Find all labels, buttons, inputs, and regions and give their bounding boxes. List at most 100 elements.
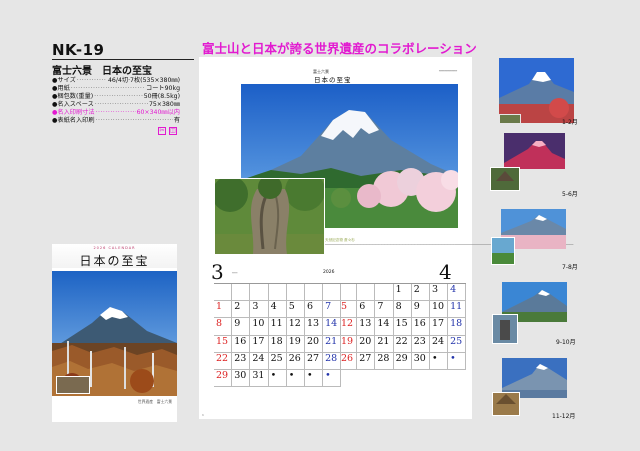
cover-photo bbox=[52, 271, 177, 396]
name-print-icon: ◫ bbox=[169, 127, 177, 135]
product-code: NK-19 bbox=[52, 41, 105, 59]
spec-row-highlight: ●名入印刷寸法·································… bbox=[52, 109, 180, 116]
calendar-day-cell: 26 bbox=[286, 352, 305, 370]
calendar-day-cell: 8 bbox=[214, 318, 233, 336]
spec-label: ●サイズ bbox=[52, 77, 76, 84]
spec-row: ●用紙·····································… bbox=[52, 85, 180, 92]
thumbnail-photo bbox=[490, 133, 565, 191]
calendar-day-cell: 4 bbox=[268, 301, 287, 319]
month-number-left: 3 bbox=[211, 260, 224, 284]
calendar-day-cell: 21 bbox=[375, 335, 394, 353]
calendar-day-cell: 24 bbox=[429, 335, 449, 353]
calendar-day-cell: 18 bbox=[268, 335, 287, 353]
calendar-page: 富士六景 日本の至宝 ━━━━━━━━━━ 天然記念物 蒼々杉 ━━━━━━━━… bbox=[199, 57, 574, 419]
spec-value: 75×380㎜ bbox=[148, 101, 180, 108]
calendar-day-cell bbox=[268, 284, 287, 302]
calendar-day-cell: 11 bbox=[448, 301, 467, 319]
calendar-day-cell: 17 bbox=[250, 335, 269, 353]
calendar-day-cell: 10 bbox=[429, 301, 449, 319]
april-grid: 1 2 3 4 5 6 7 8 9 10 11 12 13 14 15 16 17 18 19 20 21 22 23 24 2… bbox=[339, 283, 467, 370]
calendar-day-cell: 6 bbox=[304, 301, 324, 319]
thumbnail-photo bbox=[491, 209, 566, 265]
spec-label: ●表紙名入印刷 bbox=[52, 117, 95, 124]
page-mark: 6 bbox=[202, 413, 204, 417]
calendar-day-cell: 25 bbox=[268, 352, 287, 370]
calendar-day-cell: 3 bbox=[429, 284, 449, 302]
thumbnail-photo bbox=[492, 358, 567, 416]
calendar-day-cell: 13 bbox=[304, 318, 324, 336]
calendar-day-cell bbox=[357, 284, 376, 302]
spec-row: ●表紙名入印刷·································… bbox=[52, 117, 180, 124]
cover-caption: 世界遺産 富士六景 bbox=[137, 399, 172, 404]
calendar-day-cell bbox=[286, 284, 305, 302]
cover-header: 2026 CALENDAR 日本の至宝 bbox=[52, 244, 177, 268]
calendar-day-cell: 15 bbox=[393, 318, 412, 336]
option-icons: ✂ ◫ bbox=[158, 127, 177, 135]
calendar-day-cell: 28 bbox=[375, 352, 394, 370]
calendar-day-cell: 27 bbox=[304, 352, 324, 370]
calendar-day-cell: 31 bbox=[250, 369, 269, 388]
calendar-day-cell: 2 bbox=[232, 301, 251, 319]
scissors-icon: ✂ bbox=[158, 127, 166, 135]
calendar-day-cell: 5 bbox=[286, 301, 305, 319]
spec-value: 46/4切·7枚(535×380㎜) bbox=[108, 77, 180, 84]
header-divider bbox=[52, 59, 194, 60]
calendar-day-cell: 26 bbox=[339, 352, 358, 370]
calendar-day-cell: 14 bbox=[375, 318, 394, 336]
calendar-day-cell: 18 bbox=[448, 318, 467, 336]
calendar-day-cell: • bbox=[429, 352, 449, 370]
month-subtitle: ━━━ bbox=[232, 271, 238, 275]
calendar-day-cell bbox=[304, 284, 324, 302]
calendar-day-cell: 4 bbox=[448, 284, 467, 302]
thumbnail-label: 9-10月 bbox=[556, 339, 576, 346]
calendar-day-cell: 3 bbox=[250, 301, 269, 319]
calendar-day-cell: • bbox=[323, 369, 342, 388]
calendar-day-cell: 9 bbox=[232, 318, 251, 336]
calendar-day-cell: 20 bbox=[357, 335, 376, 353]
calendar-day-cell: 25 bbox=[448, 335, 467, 353]
calendar-day-cell: 17 bbox=[429, 318, 449, 336]
calendar-day-cell: 1 bbox=[393, 284, 412, 302]
month-number-right: 4 bbox=[439, 260, 452, 284]
spec-label: ●名入印刷寸法 bbox=[52, 109, 95, 116]
photo-description: ━━━━━━━━━━━━━━━━━━━━━━━━━━━━━━━━━━━━━━━━… bbox=[325, 243, 574, 246]
calendar-day-cell: 27 bbox=[357, 352, 376, 370]
calendar-day-cell: 22 bbox=[214, 352, 233, 370]
calendar-day-cell: • bbox=[448, 352, 467, 370]
spec-value: コート90kg bbox=[146, 85, 180, 92]
spec-label: ●名入スペース bbox=[52, 101, 94, 108]
calendar-day-cell: 2 bbox=[411, 284, 430, 302]
calendar-day-cell: 29 bbox=[214, 369, 233, 388]
spec-label: ●用紙 bbox=[52, 85, 70, 92]
headline: 富士山と日本が誇る世界遺産のコラボレーション bbox=[202, 41, 477, 56]
calendar-day-cell: 22 bbox=[393, 335, 412, 353]
cover-title: 日本の至宝 bbox=[79, 254, 150, 268]
product-title: 富士六景 日本の至宝 bbox=[52, 66, 152, 77]
cover-calendar: 2026 CALENDAR 日本の至宝 世界遺産 富士六景 bbox=[52, 244, 177, 422]
cover-year-label: 2026 CALENDAR bbox=[93, 246, 136, 250]
march-grid: 1 2 3 4 5 6 7 8 9 10 11 12 13 14 15 16 17 18 19 20 21 22 23 24 2… bbox=[214, 283, 342, 388]
thumbnail-label: 7-8月 bbox=[562, 264, 578, 271]
calendar-year: 2026 bbox=[323, 270, 335, 275]
calendar-day-cell: 16 bbox=[411, 318, 430, 336]
calendar-day-cell bbox=[214, 284, 233, 302]
calendar-day-cell: 6 bbox=[357, 301, 376, 319]
calendar-day-cell: • bbox=[268, 369, 287, 388]
calendar-day-cell: 19 bbox=[339, 335, 358, 353]
calendar-day-cell: 24 bbox=[250, 352, 269, 370]
tree-inset-photo bbox=[214, 178, 325, 255]
calendar-day-cell bbox=[232, 284, 251, 302]
thumbnail-label: 5-6月 bbox=[562, 191, 578, 198]
spec-value: 60×340㎜以内 bbox=[136, 109, 180, 116]
calendar-day-cell: 5 bbox=[339, 301, 358, 319]
thumbnail-label: 11-12月 bbox=[552, 413, 576, 420]
calendar-day-cell: 19 bbox=[286, 335, 305, 353]
calendar-day-cell: 13 bbox=[357, 318, 376, 336]
calendar-day-cell: 8 bbox=[393, 301, 412, 319]
calendar-day-cell bbox=[339, 284, 358, 302]
calendar-day-cell: 15 bbox=[214, 335, 233, 353]
calendar-day-cell: 30 bbox=[232, 369, 251, 388]
calendar-day-cell: 30 bbox=[411, 352, 430, 370]
spec-value: 50冊(8.5kg) bbox=[143, 93, 180, 100]
calendar-day-cell: 9 bbox=[411, 301, 430, 319]
